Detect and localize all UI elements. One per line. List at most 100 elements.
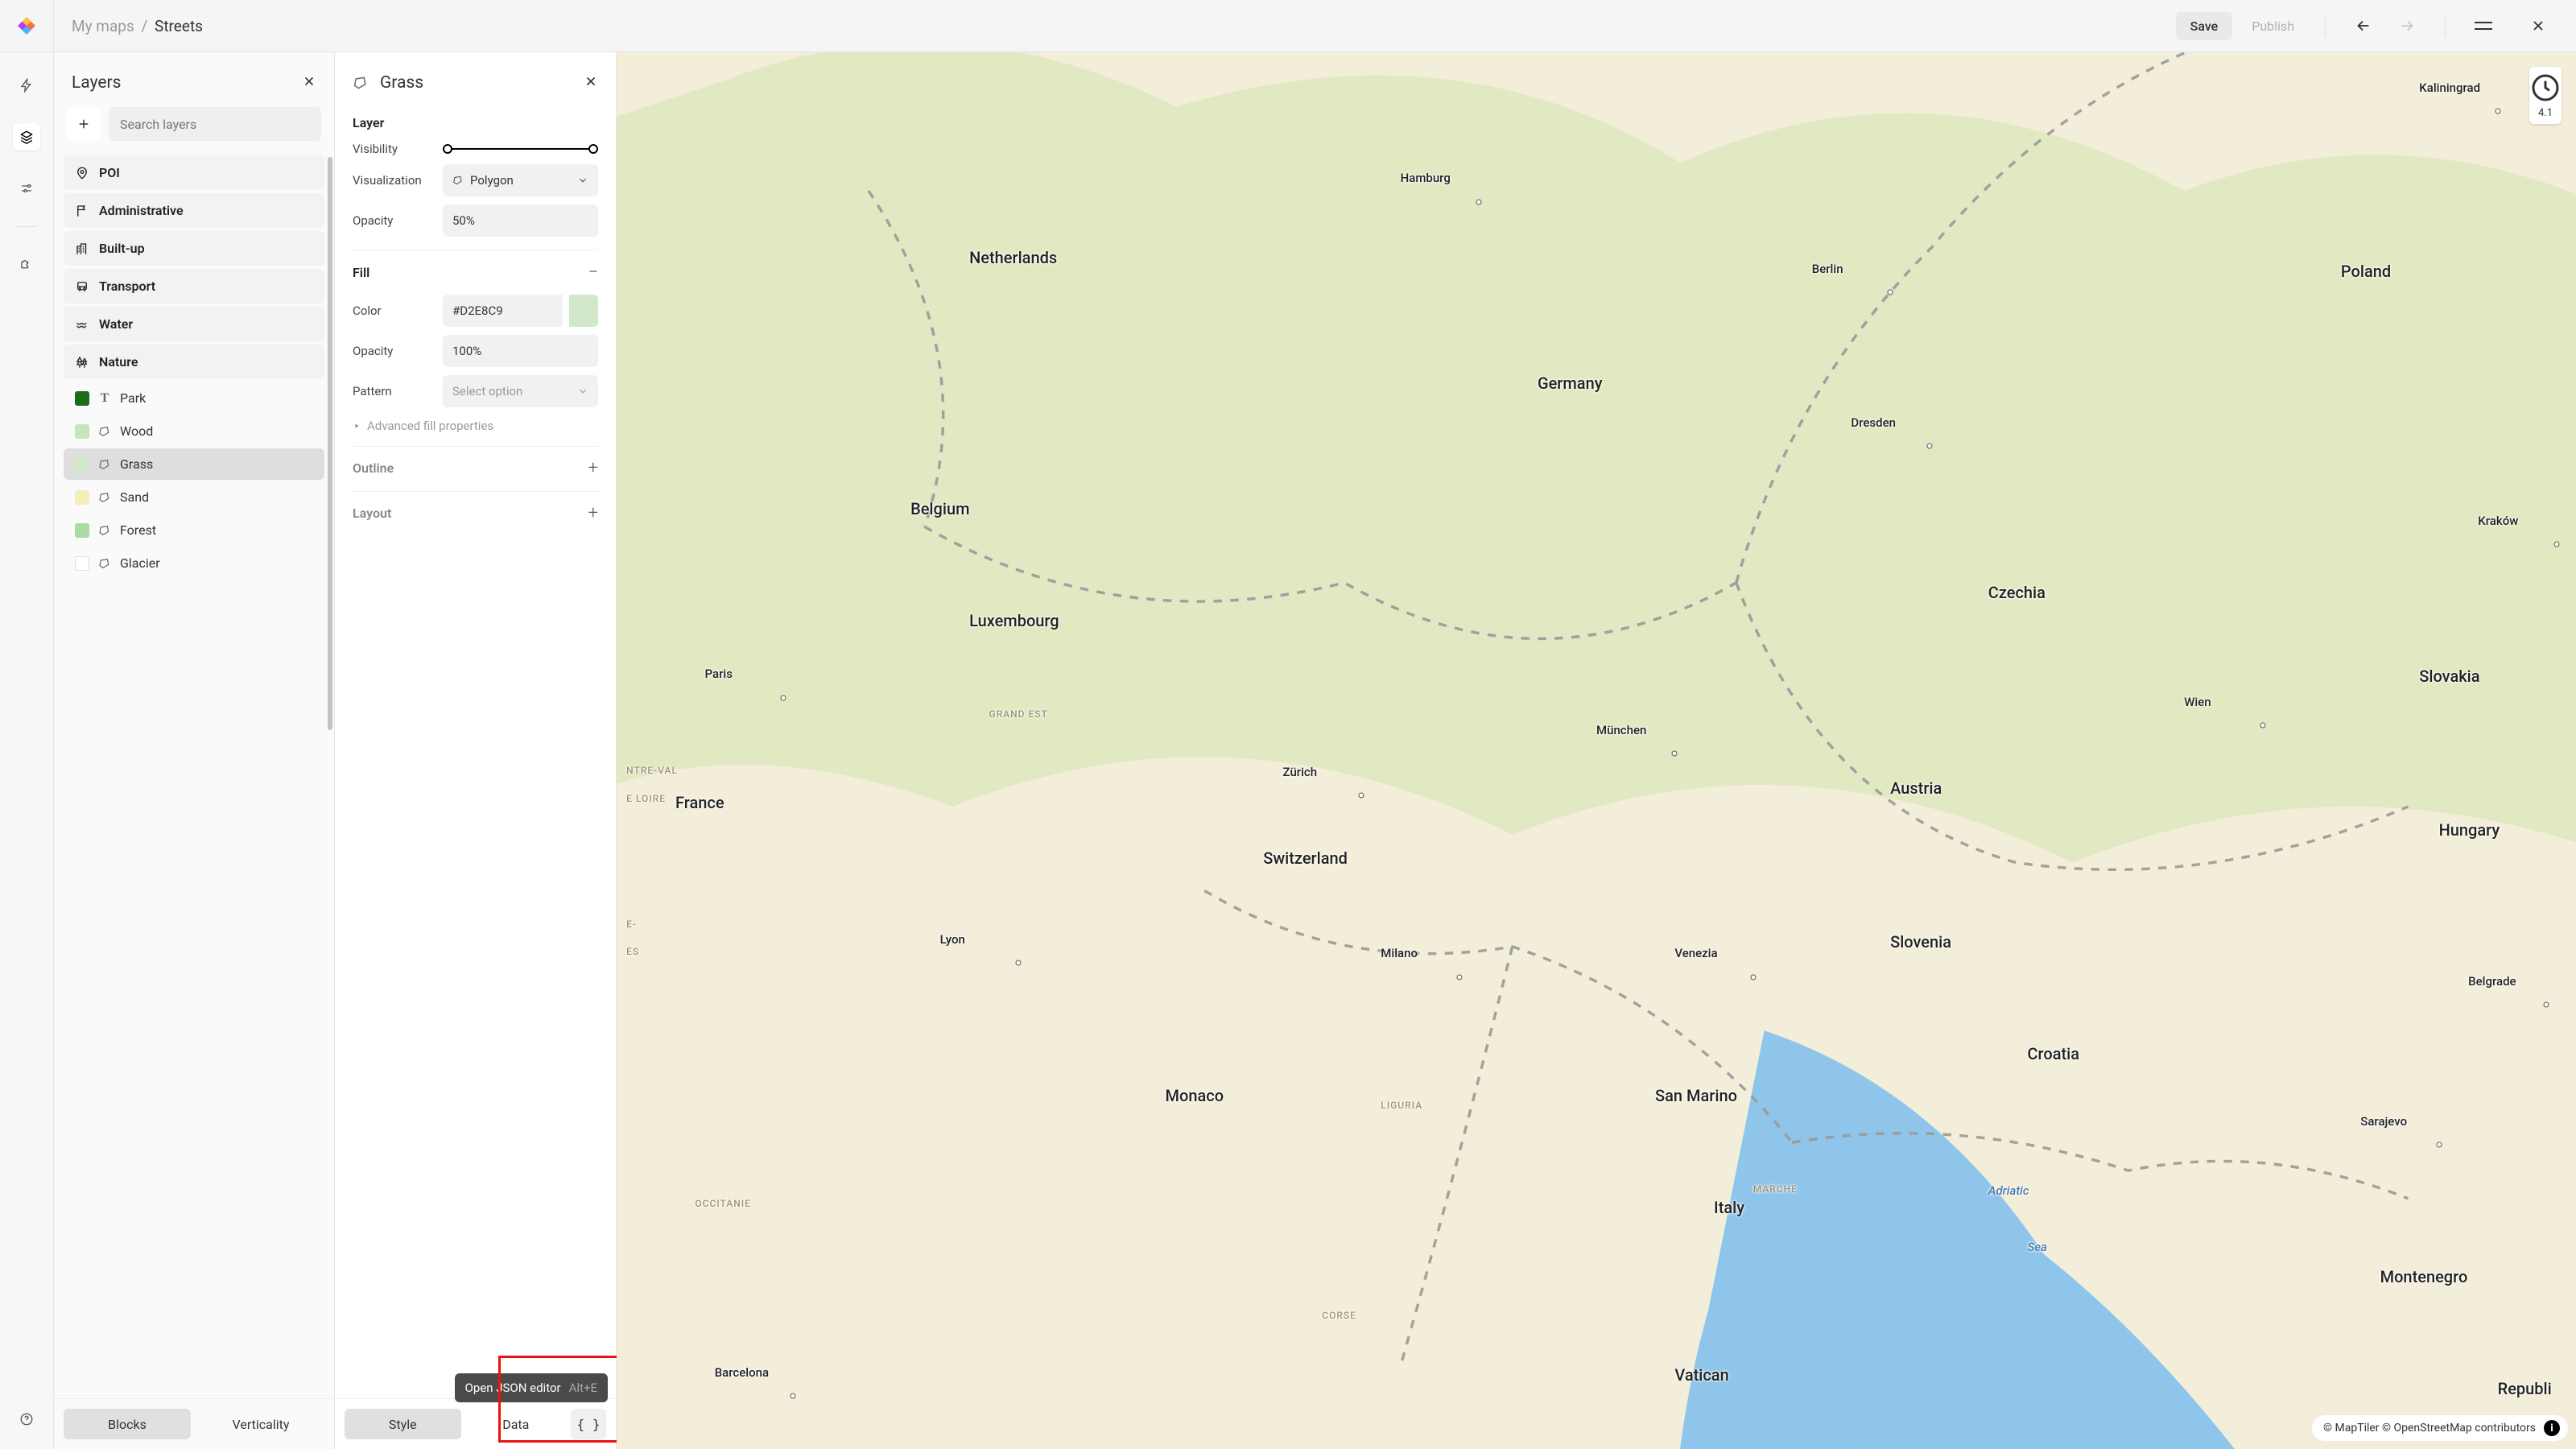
plus-icon: + <box>588 503 598 523</box>
city-dot <box>1888 290 1893 295</box>
group-label: Built-up <box>99 241 145 256</box>
layer-opacity-input[interactable]: 50% <box>443 204 598 237</box>
app-logo[interactable] <box>0 0 54 52</box>
layer-item-grass[interactable]: Grass <box>64 448 324 480</box>
tab-data[interactable]: Data <box>468 1409 564 1439</box>
breadcrumb-current: Streets <box>155 17 203 35</box>
separator <box>16 226 37 227</box>
breadcrumb: My maps / Streets <box>54 17 2176 35</box>
city-dot <box>780 695 786 700</box>
rail-plugins-button[interactable] <box>13 251 40 279</box>
fill-pattern-placeholder: Select option <box>452 384 522 398</box>
rail-help-button[interactable] <box>13 1406 40 1433</box>
section-layout-toggle[interactable]: Layout + <box>353 503 598 523</box>
color-swatch <box>75 424 89 439</box>
tab-style[interactable]: Style <box>345 1409 461 1439</box>
topbar: My maps / Streets Save Publish <box>0 0 2576 52</box>
polygon-icon <box>97 557 112 570</box>
layer-group-water[interactable]: Water <box>64 307 324 341</box>
tool-rail <box>0 52 54 1449</box>
group-label: Nature <box>99 354 138 369</box>
back-button[interactable] <box>2351 14 2376 38</box>
fill-color-input[interactable]: #D2E8C9 <box>443 295 598 327</box>
color-swatch <box>75 457 89 472</box>
polygon-icon <box>97 458 112 471</box>
tab-verticality[interactable]: Verticality <box>197 1409 324 1439</box>
layer-item-sand[interactable]: Sand <box>64 481 324 513</box>
group-label: Transport <box>99 279 155 294</box>
info-icon[interactable]: i <box>2544 1420 2560 1436</box>
close-button[interactable] <box>2526 14 2550 38</box>
fill-color-label: Color <box>353 303 433 318</box>
forward-button[interactable] <box>2395 14 2419 38</box>
text-icon: T <box>97 391 112 406</box>
section-fill-title: Fill <box>353 265 369 280</box>
save-button[interactable]: Save <box>2176 12 2233 40</box>
color-swatch <box>75 490 89 505</box>
polygon-icon <box>452 175 464 186</box>
city-dot <box>2544 1002 2549 1008</box>
advanced-fill-toggle[interactable]: Advanced fill properties <box>353 419 598 433</box>
chevron-down-icon <box>577 386 588 397</box>
city-dot <box>1015 960 1021 966</box>
rail-quick-button[interactable] <box>13 72 40 99</box>
close-icon <box>302 74 316 89</box>
caret-right-icon <box>353 422 361 430</box>
group-label: POI <box>99 165 120 180</box>
layer-group-nature[interactable]: Nature <box>64 345 324 379</box>
map-canvas[interactable]: NetherlandsGermanyPolandBelgiumLuxembour… <box>617 52 2576 1449</box>
scrollbar[interactable] <box>328 157 332 730</box>
layer-item-forest[interactable]: Forest <box>64 514 324 546</box>
layer-label: Glacier <box>120 555 160 571</box>
help-icon <box>19 1412 34 1426</box>
layer-group-builtup[interactable]: Built-up <box>64 231 324 266</box>
properties-title: Grass <box>380 73 572 93</box>
layers-list[interactable]: POI Administrative Built-up Transport Wa… <box>54 152 334 1398</box>
visibility-slider[interactable] <box>443 144 598 154</box>
city-dot <box>1672 750 1678 756</box>
layer-group-administrative[interactable]: Administrative <box>64 193 324 228</box>
map-version-value: 4.1 <box>2538 107 2553 119</box>
buildings-icon <box>75 242 89 256</box>
menu-button[interactable] <box>2471 14 2496 38</box>
add-layer-button[interactable] <box>67 107 101 141</box>
color-swatch <box>75 556 89 571</box>
visualization-label: Visualization <box>353 173 433 188</box>
fill-pattern-dropdown[interactable]: Select option <box>443 375 598 407</box>
section-outline-toggle[interactable]: Outline + <box>353 458 598 478</box>
city-dot <box>2553 541 2559 547</box>
polygon-icon <box>353 75 369 91</box>
json-editor-button[interactable]: { } <box>571 1409 606 1439</box>
color-swatch <box>75 391 89 406</box>
visualization-dropdown[interactable]: Polygon <box>443 164 598 196</box>
publish-button[interactable]: Publish <box>2237 12 2309 40</box>
polygon-icon <box>97 491 112 504</box>
bolt-icon <box>19 78 34 93</box>
puzzle-icon <box>19 258 34 272</box>
layer-group-poi[interactable]: POI <box>64 155 324 190</box>
advanced-fill-label: Advanced fill properties <box>367 419 493 433</box>
separator <box>2325 14 2326 37</box>
collapse-fill-button[interactable]: − <box>588 262 598 283</box>
layer-label: Park <box>120 390 146 406</box>
city-dot <box>1476 199 1481 204</box>
layers-close-button[interactable] <box>302 74 316 92</box>
breadcrumb-parent[interactable]: My maps <box>72 17 134 35</box>
fill-color-swatch[interactable] <box>569 295 598 327</box>
breadcrumb-sep: / <box>141 17 147 35</box>
search-layers-input[interactable] <box>109 107 321 141</box>
fill-opacity-input[interactable]: 100% <box>443 335 598 367</box>
layer-item-glacier[interactable]: Glacier <box>64 547 324 579</box>
tab-blocks[interactable]: Blocks <box>64 1409 191 1439</box>
clock-icon <box>2529 72 2562 104</box>
rail-settings-button[interactable] <box>13 175 40 202</box>
polygon-icon <box>97 425 112 438</box>
layer-group-transport[interactable]: Transport <box>64 269 324 303</box>
city-dot <box>1750 974 1756 980</box>
layer-item-park[interactable]: T Park <box>64 382 324 414</box>
properties-close-button[interactable] <box>584 74 598 92</box>
rail-layers-button[interactable] <box>13 123 40 151</box>
map-version-badge[interactable]: 4.1 <box>2529 67 2562 124</box>
arrow-left-icon <box>2355 17 2372 35</box>
layer-item-wood[interactable]: Wood <box>64 415 324 447</box>
